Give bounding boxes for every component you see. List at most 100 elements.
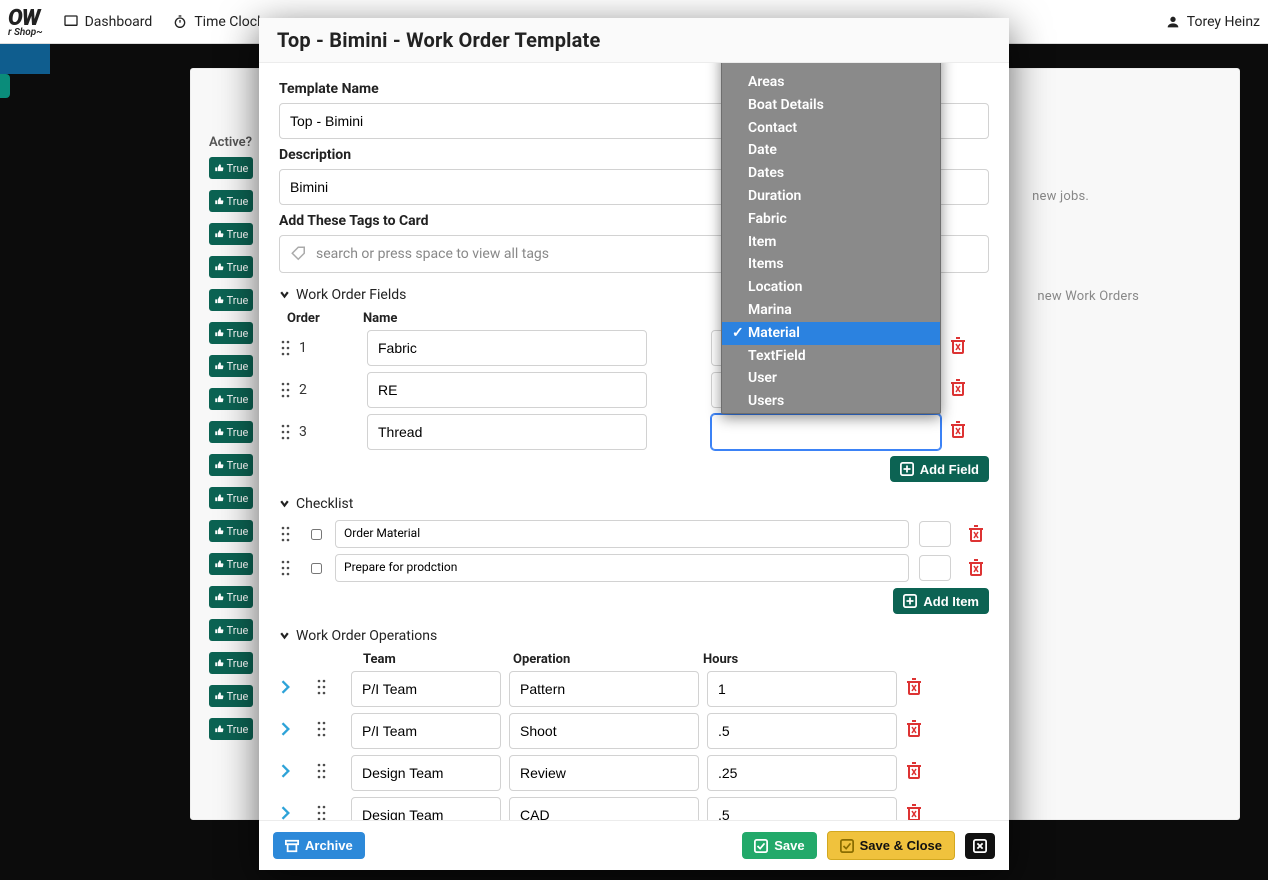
- field-row: 3AddressAreasBoat DetailsContactDateDate…: [279, 414, 989, 450]
- modal-body[interactable]: Template Name Description Add These Tags…: [259, 63, 1009, 820]
- save-close-button[interactable]: Save & Close: [827, 831, 955, 860]
- drag-handle-icon[interactable]: [279, 382, 293, 398]
- op-team-input[interactable]: [351, 797, 501, 820]
- drag-handle-icon[interactable]: [279, 424, 293, 440]
- checklist-row: Prepare for prodction: [279, 554, 989, 582]
- section-checklist[interactable]: Checklist: [279, 496, 989, 512]
- close-button[interactable]: [965, 833, 995, 859]
- dropdown-option[interactable]: Marina: [722, 299, 940, 322]
- drag-handle-icon[interactable]: [279, 560, 293, 576]
- close-square-icon: [973, 839, 987, 853]
- dropdown-option[interactable]: Date: [722, 139, 940, 162]
- check-square-icon: [840, 839, 854, 853]
- checklist-checkbox[interactable]: [311, 562, 322, 575]
- section-title: Work Order Fields: [296, 287, 406, 303]
- archive-button[interactable]: Archive: [273, 832, 365, 859]
- field-name-input[interactable]: [367, 330, 647, 366]
- dropdown-option[interactable]: Contact: [722, 117, 940, 140]
- delete-icon[interactable]: [905, 720, 923, 738]
- drag-handle-icon[interactable]: [315, 679, 329, 695]
- chevron-down-icon: [279, 499, 290, 510]
- add-item-button[interactable]: Add Item: [893, 588, 989, 614]
- chevron-right-icon[interactable]: [279, 722, 293, 736]
- checklist-row: Order Material: [279, 520, 989, 548]
- dropdown-option[interactable]: Location: [722, 276, 940, 299]
- dropdown-option[interactable]: Boat Details: [722, 94, 940, 117]
- archive-label: Archive: [305, 838, 353, 853]
- delete-icon[interactable]: [905, 678, 923, 696]
- archive-icon: [285, 839, 299, 853]
- delete-icon[interactable]: [967, 525, 985, 543]
- delete-icon[interactable]: [967, 559, 985, 577]
- delete-icon[interactable]: [905, 762, 923, 780]
- plus-square-icon: [900, 462, 914, 476]
- tag-icon: [290, 245, 308, 263]
- ops-header: Team Operation Hours: [279, 652, 989, 671]
- op-operation-input[interactable]: [509, 797, 699, 820]
- dropdown-option[interactable]: Users: [722, 390, 940, 413]
- template-modal: Top - Bimini - Work Order Template Templ…: [259, 18, 1009, 870]
- drag-handle-icon[interactable]: [279, 526, 293, 542]
- dropdown-option[interactable]: Duration: [722, 185, 940, 208]
- drag-handle-icon[interactable]: [315, 805, 329, 820]
- field-name-input[interactable]: [367, 414, 647, 450]
- delete-icon[interactable]: [949, 337, 967, 355]
- col-order: Order: [287, 311, 363, 326]
- checklist-checkbox[interactable]: [311, 528, 322, 541]
- operation-row: [279, 713, 989, 749]
- check-square-icon: [754, 839, 768, 853]
- dropdown-option[interactable]: Fabric: [722, 208, 940, 231]
- dropdown-option[interactable]: ✓Material: [722, 322, 940, 345]
- checklist-text-input[interactable]: Prepare for prodction: [335, 554, 909, 582]
- field-order: 1: [299, 340, 307, 356]
- col-operation: Operation: [513, 652, 703, 667]
- drag-handle-icon[interactable]: [315, 763, 329, 779]
- section-title: Checklist: [296, 496, 353, 512]
- add-field-button[interactable]: Add Field: [890, 456, 989, 482]
- modal-footer: Archive Save Save & Close: [259, 820, 1009, 870]
- checklist-extra-input[interactable]: [919, 555, 951, 581]
- dropdown-option[interactable]: TextField: [722, 345, 940, 368]
- operation-row: [279, 797, 989, 820]
- add-field-label: Add Field: [920, 462, 979, 477]
- op-hours-input[interactable]: [707, 713, 897, 749]
- op-team-input[interactable]: [351, 713, 501, 749]
- dropdown-option[interactable]: Address: [722, 63, 940, 71]
- drag-handle-icon[interactable]: [279, 340, 293, 356]
- op-hours-input[interactable]: [707, 671, 897, 707]
- dropdown-option[interactable]: Areas: [722, 71, 940, 94]
- chevron-right-icon[interactable]: [279, 764, 293, 778]
- chevron-down-icon: [279, 290, 290, 301]
- dropdown-option[interactable]: Item: [722, 231, 940, 254]
- delete-icon[interactable]: [905, 804, 923, 820]
- modal-backdrop: Top - Bimini - Work Order Template Templ…: [0, 0, 1268, 880]
- field-name-input[interactable]: [367, 372, 647, 408]
- col-hours: Hours: [703, 652, 893, 667]
- op-team-input[interactable]: [351, 671, 501, 707]
- chevron-right-icon[interactable]: [279, 680, 293, 694]
- checklist-extra-input[interactable]: [919, 521, 951, 547]
- modal-title: Top - Bimini - Work Order Template: [277, 28, 991, 52]
- op-operation-input[interactable]: [509, 671, 699, 707]
- check-icon: ✓: [732, 325, 742, 342]
- op-hours-input[interactable]: [707, 797, 897, 820]
- save-close-label: Save & Close: [860, 838, 942, 853]
- op-operation-input[interactable]: [509, 755, 699, 791]
- dropdown-option[interactable]: Items: [722, 253, 940, 276]
- save-button[interactable]: Save: [742, 832, 816, 859]
- tags-placeholder: search or press space to view all tags: [316, 246, 549, 262]
- op-operation-input[interactable]: [509, 713, 699, 749]
- chevron-right-icon[interactable]: [279, 806, 293, 820]
- delete-icon[interactable]: [949, 379, 967, 397]
- op-hours-input[interactable]: [707, 755, 897, 791]
- dropdown-option[interactable]: Dates: [722, 162, 940, 185]
- checklist-text-input[interactable]: Order Material: [335, 520, 909, 548]
- type-dropdown[interactable]: AddressAreasBoat DetailsContactDateDates…: [721, 63, 941, 414]
- delete-icon[interactable]: [949, 421, 967, 439]
- section-operations[interactable]: Work Order Operations: [279, 628, 989, 644]
- dropdown-option[interactable]: User: [722, 367, 940, 390]
- op-team-input[interactable]: [351, 755, 501, 791]
- drag-handle-icon[interactable]: [315, 721, 329, 737]
- modal-header: Top - Bimini - Work Order Template: [259, 18, 1009, 63]
- field-type-select[interactable]: AddressAreasBoat DetailsContactDateDates…: [711, 414, 941, 450]
